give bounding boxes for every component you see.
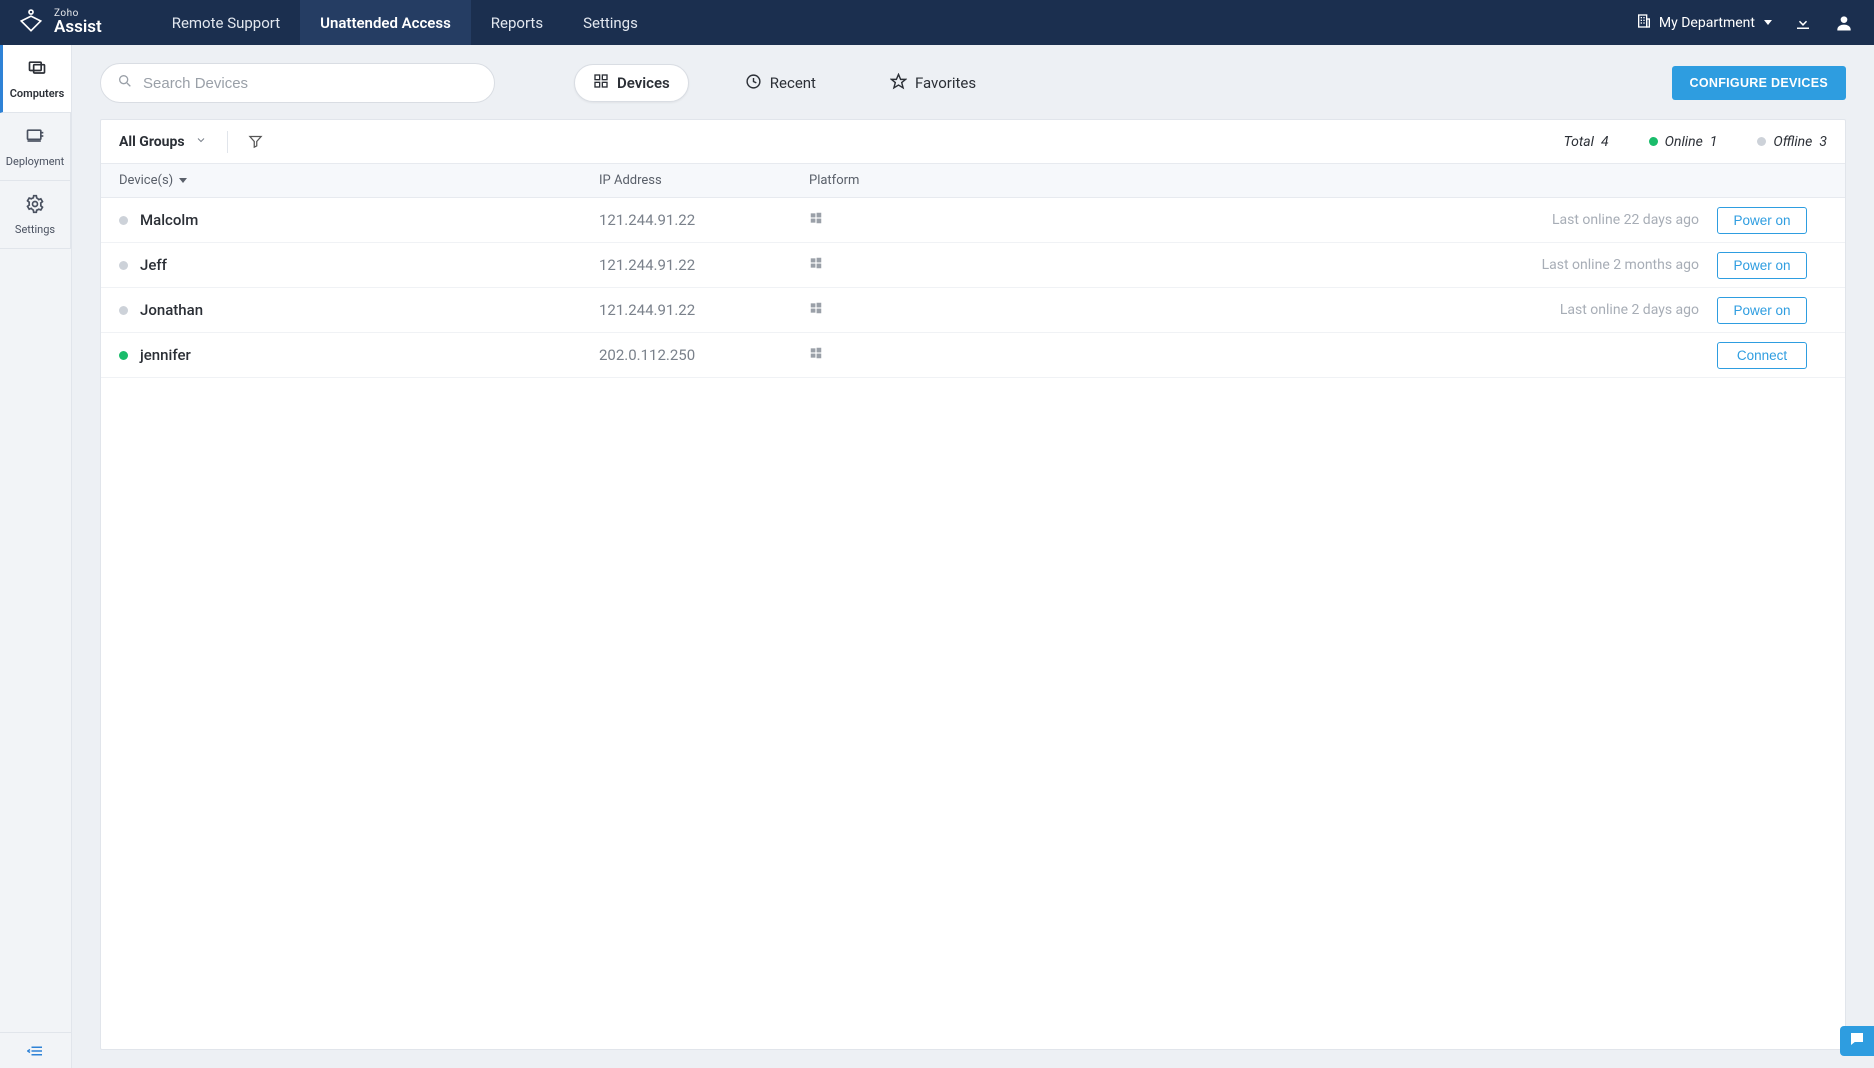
topbar: Zoho Assist Remote Support Unattended Ac…: [0, 0, 1874, 45]
rail-computers-label: Computers: [10, 87, 65, 100]
windows-icon: [809, 346, 823, 364]
stat-total: Total 4: [1564, 134, 1609, 150]
device-ip: 121.244.91.22: [599, 301, 809, 319]
device-ip: 121.244.91.22: [599, 211, 809, 229]
nav-unattended-access[interactable]: Unattended Access: [300, 0, 471, 45]
stat-offline-label: Offline: [1773, 134, 1812, 150]
rail-settings[interactable]: Settings: [0, 181, 71, 249]
seg-favorites-label: Favorites: [915, 74, 976, 92]
caret-down-icon: [1764, 20, 1772, 25]
rail-collapse[interactable]: [0, 1032, 71, 1068]
search-box[interactable]: [100, 63, 495, 103]
rail-computers[interactable]: Computers: [0, 45, 71, 113]
seg-devices[interactable]: Devices: [574, 64, 689, 102]
rail-settings-label: Settings: [15, 223, 55, 236]
seg-devices-label: Devices: [617, 74, 670, 92]
divider: [227, 131, 228, 153]
settings-gear-icon: [25, 194, 45, 217]
view-segment: Devices Recent Favorites: [574, 64, 994, 102]
filter-icon[interactable]: [248, 134, 263, 149]
windows-icon: [809, 211, 823, 229]
search-input[interactable]: [143, 75, 478, 92]
grid-icon: [593, 73, 609, 93]
computers-icon: [27, 58, 47, 81]
chat-fab[interactable]: [1840, 1026, 1874, 1056]
device-ip: 121.244.91.22: [599, 256, 809, 274]
stat-offline: Offline 3: [1757, 134, 1827, 150]
seg-recent[interactable]: Recent: [727, 65, 834, 102]
rail-deployment-label: Deployment: [6, 155, 64, 168]
sort-desc-icon: [179, 178, 187, 183]
nav-remote-support[interactable]: Remote Support: [152, 0, 300, 45]
col-header-ip[interactable]: IP Address: [599, 173, 809, 188]
device-last-online: Last online 2 months ago: [999, 257, 1717, 273]
table-header: Device(s) IP Address Platform: [101, 164, 1845, 198]
device-last-online: Last online 2 days ago: [999, 302, 1717, 318]
col-header-device[interactable]: Device(s): [119, 173, 599, 188]
department-label: My Department: [1659, 15, 1755, 31]
search-icon: [117, 73, 133, 93]
windows-icon: [809, 301, 823, 319]
stat-online: Online 1: [1649, 134, 1718, 150]
stat-online-value: 1: [1710, 134, 1718, 150]
stat-total-label: Total: [1564, 134, 1594, 150]
windows-icon: [809, 256, 823, 274]
download-icon[interactable]: [1794, 14, 1812, 32]
status-dot-icon: [119, 351, 128, 360]
nav-reports[interactable]: Reports: [471, 0, 563, 45]
table-row[interactable]: Jonathan 121.244.91.22 Last online 2 days …: [101, 288, 1845, 333]
device-name: Jonathan: [140, 301, 203, 319]
seg-favorites[interactable]: Favorites: [872, 65, 994, 102]
power-on-button[interactable]: Power on: [1717, 297, 1807, 324]
building-icon: [1636, 13, 1652, 33]
seg-recent-label: Recent: [770, 74, 816, 92]
power-on-button[interactable]: Power on: [1717, 252, 1807, 279]
stat-offline-value: 3: [1819, 134, 1827, 150]
power-on-button[interactable]: Power on: [1717, 207, 1807, 234]
table-row[interactable]: jennifer 202.0.112.250 Connect: [101, 333, 1845, 378]
top-nav: Remote Support Unattended Access Reports…: [152, 0, 658, 45]
status-dot-icon: [119, 306, 128, 315]
toolbar: Devices Recent Favorites CONFIGURE DEVIC…: [100, 63, 1846, 103]
brand-logo-icon: [18, 8, 44, 38]
table-row[interactable]: Jeff 121.244.91.22 Last online 2 months ag…: [101, 243, 1845, 288]
col-header-device-label: Device(s): [119, 173, 173, 188]
brand-top: Zoho: [54, 9, 102, 19]
department-menu[interactable]: My Department: [1636, 13, 1772, 33]
connect-button[interactable]: Connect: [1717, 342, 1807, 369]
configure-devices-button[interactable]: CONFIGURE DEVICES: [1672, 66, 1846, 100]
online-dot-icon: [1649, 137, 1658, 146]
device-name: Jeff: [140, 256, 167, 274]
brand-bottom: Assist: [54, 19, 102, 36]
star-icon: [890, 73, 907, 94]
clock-icon: [745, 73, 762, 94]
deployment-icon: [25, 126, 45, 149]
chat-icon: [1848, 1030, 1866, 1052]
stat-total-value: 4: [1601, 134, 1609, 150]
table-row[interactable]: Malcolm 121.244.91.22 Last online 22 days …: [101, 198, 1845, 243]
brand: Zoho Assist: [18, 8, 102, 38]
offline-dot-icon: [1757, 137, 1766, 146]
device-name: jennifer: [140, 346, 191, 364]
chevron-down-icon: [195, 134, 207, 150]
group-selector-label: All Groups: [119, 134, 185, 150]
col-header-platform[interactable]: Platform: [809, 173, 999, 188]
status-dot-icon: [119, 216, 128, 225]
group-selector[interactable]: All Groups: [119, 134, 207, 150]
nav-settings[interactable]: Settings: [563, 0, 658, 45]
device-name: Malcolm: [140, 211, 198, 229]
rail-deployment[interactable]: Deployment: [0, 113, 71, 181]
device-last-online: Last online 22 days ago: [999, 212, 1717, 228]
device-ip: 202.0.112.250: [599, 346, 809, 364]
side-rail: Computers Deployment Settings: [0, 45, 72, 1068]
user-icon[interactable]: [1834, 13, 1854, 33]
status-dot-icon: [119, 261, 128, 270]
devices-panel: All Groups Total 4 Online: [100, 119, 1846, 1050]
table-body: Malcolm 121.244.91.22 Last online 22 days …: [101, 198, 1845, 1049]
stat-online-label: Online: [1665, 134, 1703, 150]
